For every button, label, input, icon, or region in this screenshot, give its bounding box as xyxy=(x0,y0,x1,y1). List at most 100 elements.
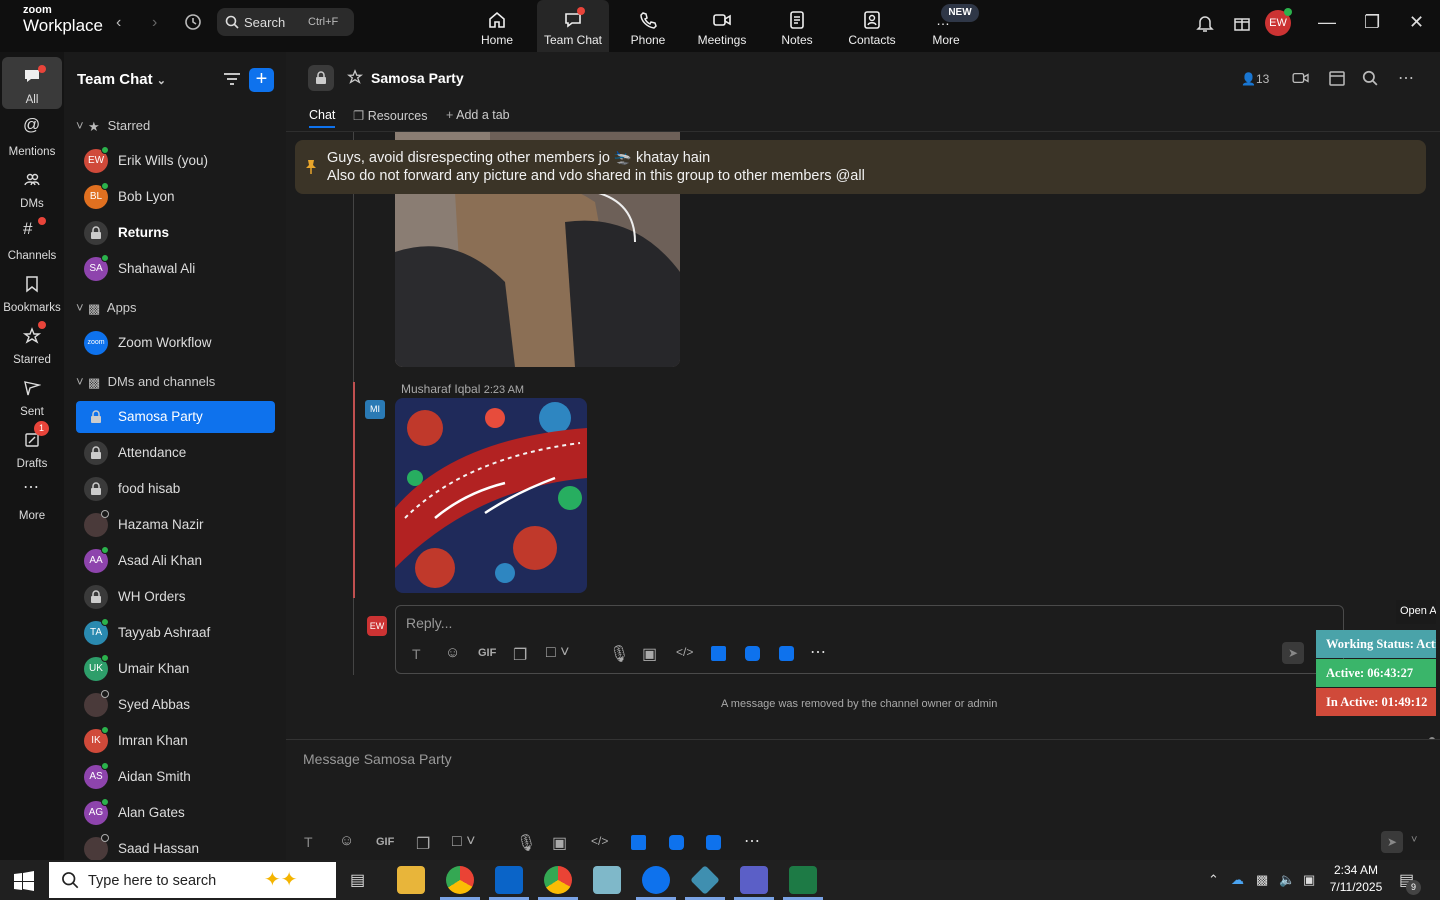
chrome-icon[interactable] xyxy=(446,866,474,894)
chrome-profile-icon[interactable] xyxy=(544,866,572,894)
section-dms[interactable]: ˅ ▩ DMs and channels xyxy=(76,374,215,391)
send-icon[interactable]: ➤ xyxy=(1282,642,1304,664)
open-extension-button[interactable]: Open A xyxy=(1396,600,1436,624)
rail-more[interactable]: ⋯ More xyxy=(2,473,62,525)
dm-item[interactable]: UK Umair Khan xyxy=(76,653,275,685)
ellipsis-icon[interactable]: ⋯ xyxy=(744,831,760,851)
nav-team-chat[interactable]: Team Chat xyxy=(537,0,609,52)
microphone-icon[interactable]: 🎙 xyxy=(609,644,629,664)
ellipsis-icon[interactable]: ⋯ xyxy=(1398,68,1414,88)
gif-button[interactable]: GIF xyxy=(376,836,394,848)
shared-artwork-image[interactable] xyxy=(395,398,587,593)
section-starred[interactable]: ˅ ★ Starred xyxy=(76,118,150,135)
close-icon[interactable]: ✕ xyxy=(1409,12,1424,33)
tab-chat[interactable]: Chat xyxy=(309,108,336,128)
zoom-app-icon[interactable] xyxy=(669,835,684,850)
nav-contacts[interactable]: Contacts xyxy=(836,0,908,52)
sidebar-title[interactable]: Team Chat ⌄ xyxy=(77,71,166,88)
battery-icon[interactable]: ▩ xyxy=(1256,872,1268,888)
list-item[interactable]: SA Shahawal Ali xyxy=(76,253,275,285)
rail-dms[interactable]: DMs xyxy=(2,161,62,213)
docs-app-icon[interactable] xyxy=(711,646,726,661)
file-icon[interactable]: ❐ xyxy=(416,834,430,854)
rail-drafts[interactable]: 1 Drafts xyxy=(2,421,62,473)
section-apps[interactable]: ˅ ▩ Apps xyxy=(76,300,137,317)
file-icon[interactable]: ❐ xyxy=(513,645,527,665)
dm-item[interactable]: AA Asad Ali Khan xyxy=(76,545,275,577)
channel-item[interactable]: WH Orders xyxy=(76,581,275,613)
code-icon[interactable]: </> xyxy=(676,645,693,659)
task-view-icon[interactable]: ▤ xyxy=(350,870,365,890)
channel-item[interactable]: food hisab xyxy=(76,473,275,505)
tab-resources[interactable]: ❐ Resources xyxy=(353,108,427,123)
pinned-message[interactable]: Guys, avoid disrespecting other members … xyxy=(295,140,1426,194)
format-text-icon[interactable]: T xyxy=(412,646,421,662)
emoji-icon[interactable]: ☺ xyxy=(445,644,460,661)
search-icon[interactable] xyxy=(1362,70,1378,86)
history-icon[interactable] xyxy=(183,12,203,32)
reply-input[interactable]: Reply... xyxy=(406,615,452,631)
dm-item[interactable]: Hazama Nazir xyxy=(76,509,275,541)
excel-icon[interactable] xyxy=(789,866,817,894)
nav-meetings[interactable]: Meetings xyxy=(686,0,758,52)
whiteboard-icon[interactable] xyxy=(779,646,794,661)
dm-item[interactable]: TA Tayyab Ashraaf xyxy=(76,617,275,649)
list-item[interactable]: EW Erik Wills (you) xyxy=(76,145,275,177)
star-icon[interactable] xyxy=(347,69,363,85)
chevron-down-icon[interactable]: ˅ xyxy=(1411,834,1417,846)
tab-add[interactable]: + Add a tab xyxy=(446,108,510,122)
emoji-icon[interactable]: ☺ xyxy=(339,832,354,849)
video-icon[interactable] xyxy=(1292,71,1310,85)
rail-all[interactable]: All xyxy=(2,57,62,109)
dm-item[interactable]: Syed Abbas xyxy=(76,689,275,721)
code-icon[interactable]: </> xyxy=(591,834,608,848)
new-chat-button[interactable]: + xyxy=(249,68,274,92)
ellipsis-icon[interactable]: ⋯ xyxy=(810,642,826,662)
search-box[interactable]: Search Ctrl+F xyxy=(217,8,354,36)
channel-title[interactable]: Samosa Party xyxy=(371,70,464,86)
dm-item[interactable]: Saad Hassan xyxy=(76,833,275,860)
list-item[interactable]: Returns xyxy=(76,217,275,249)
list-item[interactable]: zoom Zoom Workflow xyxy=(76,327,275,359)
dm-item[interactable]: AG Alan Gates xyxy=(76,797,275,829)
whiteboard-icon[interactable] xyxy=(706,835,721,850)
cloud-icon[interactable]: ☁ xyxy=(1231,872,1244,888)
forward-arrow-icon[interactable]: › xyxy=(152,14,157,32)
app-icon[interactable] xyxy=(593,866,621,894)
windows-start-icon[interactable] xyxy=(14,871,34,891)
file-explorer-icon[interactable] xyxy=(397,866,425,894)
dm-item[interactable]: IK Imran Khan xyxy=(76,725,275,757)
outlook-icon[interactable] xyxy=(495,866,523,894)
rail-sent[interactable]: Sent xyxy=(2,369,62,421)
calendar-icon[interactable] xyxy=(1328,69,1346,87)
message-input[interactable]: Message Samosa Party xyxy=(303,751,452,767)
filter-icon[interactable] xyxy=(223,71,241,87)
bell-icon[interactable] xyxy=(1196,13,1214,33)
zoom-taskbar-icon[interactable] xyxy=(642,866,670,894)
chevron-up-icon[interactable]: ⌃ xyxy=(1208,872,1219,888)
rail-starred[interactable]: Starred xyxy=(2,317,62,369)
dm-item[interactable]: AS Aidan Smith xyxy=(76,761,275,793)
teams-icon[interactable] xyxy=(740,866,768,894)
system-clock[interactable]: 2:34 AM 7/11/2025 xyxy=(1326,862,1386,896)
channel-item[interactable]: Attendance xyxy=(76,437,275,469)
video-message-icon[interactable]: ▣ xyxy=(642,644,657,664)
format-text-icon[interactable]: T xyxy=(304,834,313,850)
zoom-app-icon[interactable] xyxy=(745,646,760,661)
maximize-icon[interactable]: ❐ xyxy=(1364,12,1380,33)
avatar[interactable]: MI xyxy=(365,400,385,419)
taskbar-search[interactable]: Type here to search ✦✦ xyxy=(49,862,336,898)
video-message-icon[interactable]: ▣ xyxy=(552,833,567,853)
minimize-icon[interactable]: — xyxy=(1318,12,1336,33)
microphone-icon[interactable]: 🎙 xyxy=(516,833,536,853)
gift-icon[interactable] xyxy=(1232,13,1252,33)
gif-button[interactable]: GIF xyxy=(478,647,496,659)
channel-item[interactable]: Samosa Party xyxy=(76,401,275,433)
back-arrow-icon[interactable]: ‹ xyxy=(116,14,121,32)
docs-app-icon[interactable] xyxy=(631,835,646,850)
list-item[interactable]: BL Bob Lyon xyxy=(76,181,275,213)
rail-channels[interactable]: # Channels xyxy=(2,213,62,265)
nav-phone[interactable]: Phone xyxy=(612,0,684,52)
rail-mentions[interactable]: @ Mentions xyxy=(2,109,62,161)
screenshot-icon[interactable]: □ ˅ xyxy=(546,644,569,662)
